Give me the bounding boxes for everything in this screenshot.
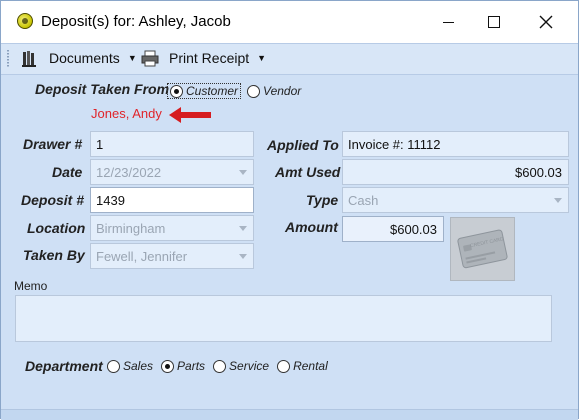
radio-rental-label: Rental <box>293 359 328 373</box>
print-receipt-label: Print Receipt <box>169 50 250 66</box>
department-label: Department <box>25 358 103 374</box>
radio-customer-button[interactable] <box>170 84 183 98</box>
department-radio-group: Sales Parts Service Rental <box>107 359 334 373</box>
arrow-left-icon <box>169 107 211 123</box>
applied-to-label: Applied To <box>267 137 339 153</box>
radio-rental-button[interactable] <box>277 359 291 373</box>
taken-by-label: Taken By <box>23 247 85 263</box>
toolbar-grip-icon[interactable] <box>7 50 9 68</box>
status-strip <box>1 409 578 420</box>
customer-name-link[interactable]: Jones, Andy <box>91 106 162 121</box>
date-value: 12/23/2022 <box>96 165 162 180</box>
close-icon <box>539 15 553 29</box>
deposit-number-field[interactable]: 1439 <box>90 187 254 213</box>
drawer-field[interactable]: 1 <box>90 131 254 157</box>
type-value: Cash <box>348 193 379 208</box>
deposit-taken-from-label: Deposit Taken From <box>35 81 170 97</box>
location-value: Birmingham <box>96 221 166 236</box>
taken-by-field[interactable]: Fewell, Jennifer <box>90 243 254 269</box>
amt-used-field: $600.03 <box>342 159 569 185</box>
amt-used-label: Amt Used <box>275 164 341 180</box>
credit-card-button[interactable]: CREDIT CARD <box>450 217 515 281</box>
radio-parts-button[interactable] <box>161 359 175 373</box>
radio-sales-label: Sales <box>123 359 154 373</box>
drawer-label: Drawer # <box>23 136 83 152</box>
radio-parts[interactable]: Parts <box>161 359 205 373</box>
radio-vendor[interactable]: Vendor <box>247 84 301 98</box>
taken-by-value: Fewell, Jennifer <box>96 249 188 264</box>
minimize-icon <box>442 21 454 23</box>
deposit-source-radio-group: Customer Vendor <box>167 83 307 99</box>
type-field[interactable]: Cash <box>342 187 569 213</box>
credit-card-icon: CREDIT CARD <box>457 229 508 269</box>
maximize-icon <box>488 16 500 28</box>
printer-icon <box>141 50 159 67</box>
app-icon <box>17 13 33 29</box>
radio-customer[interactable]: Customer <box>167 83 242 99</box>
radio-vendor-label: Vendor <box>263 84 302 98</box>
chevron-down-icon[interactable] <box>239 170 247 175</box>
memo-textarea[interactable] <box>15 295 552 342</box>
location-label: Location <box>27 220 86 236</box>
title-bar: Deposit(s) for: Ashley, Jacob <box>1 1 578 43</box>
location-field[interactable]: Birmingham <box>90 215 254 241</box>
toolbar: Documents ▼ Print Receipt ▼ <box>1 43 578 75</box>
minimize-button[interactable] <box>425 1 471 43</box>
radio-service-button[interactable] <box>213 359 227 373</box>
amount-label: Amount <box>285 219 338 235</box>
radio-rental[interactable]: Rental <box>277 359 328 373</box>
radio-parts-label: Parts <box>177 359 206 373</box>
chevron-down-icon[interactable] <box>239 254 247 259</box>
deposit-window: Deposit(s) for: Ashley, Jacob Documents … <box>0 0 579 420</box>
radio-service[interactable]: Service <box>213 359 269 373</box>
date-label: Date <box>52 164 83 180</box>
deposit-number-label: Deposit # <box>21 192 85 208</box>
chevron-down-icon: ▼ <box>127 53 137 63</box>
radio-customer-label: Customer <box>186 84 239 98</box>
window-title: Deposit(s) for: Ashley, Jacob <box>41 13 231 30</box>
chevron-down-icon[interactable] <box>239 226 247 231</box>
amount-field[interactable]: $600.03 <box>342 216 444 242</box>
documents-label: Documents <box>49 50 120 66</box>
maximize-button[interactable] <box>471 1 517 43</box>
type-label: Type <box>306 192 339 208</box>
documents-icon <box>22 51 36 67</box>
radio-vendor-button[interactable] <box>247 84 261 98</box>
radio-sales-button[interactable] <box>107 359 120 373</box>
radio-service-label: Service <box>229 359 270 373</box>
chevron-down-icon[interactable] <box>554 198 562 203</box>
memo-label: Memo <box>14 279 48 293</box>
radio-sales[interactable]: Sales <box>107 359 153 373</box>
close-button[interactable] <box>523 1 569 43</box>
print-receipt-menu-button[interactable]: Print Receipt ▼ <box>141 49 266 67</box>
applied-to-field[interactable]: Invoice #: 11112 <box>342 131 569 157</box>
documents-menu-button[interactable]: Documents ▼ <box>21 49 137 67</box>
date-field[interactable]: 12/23/2022 <box>90 159 254 185</box>
chevron-down-icon: ▼ <box>257 53 267 63</box>
